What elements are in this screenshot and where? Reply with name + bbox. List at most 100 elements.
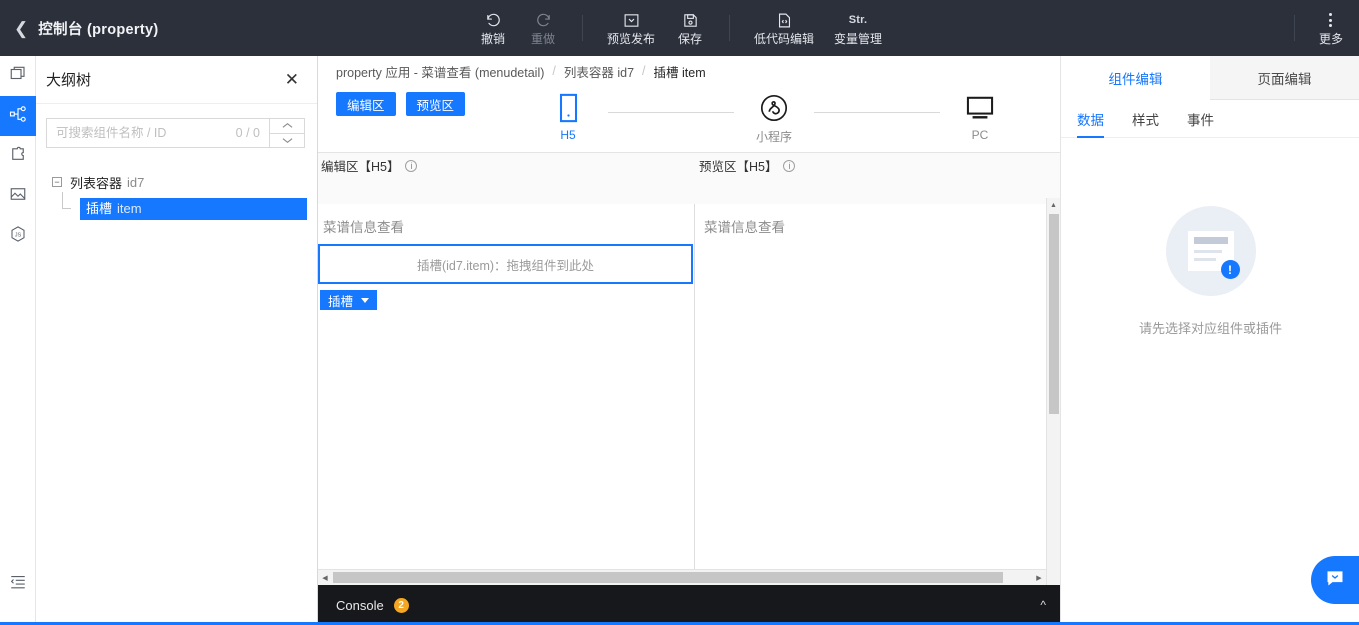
top-toolbar: ❮ 控制台 (property) 撤销 重做 预览发布 保存 低代码编辑 Str… <box>0 0 1359 56</box>
chat-fab-button[interactable] <box>1311 556 1359 604</box>
rail-item-javascript[interactable]: JS <box>0 216 36 256</box>
media-icon <box>9 185 27 208</box>
breadcrumb-parent[interactable]: 列表容器 id7 <box>564 62 634 81</box>
horizontal-scroll-thumb[interactable] <box>333 572 1003 583</box>
toolbar-divider-3 <box>1293 15 1295 41</box>
windows-icon <box>9 65 27 88</box>
tab-component-edit[interactable]: 组件编辑 <box>1061 56 1210 100</box>
collapse-panel-icon <box>9 572 27 595</box>
low-code-edit-label: 低代码编辑 <box>754 32 815 46</box>
empty-state-text: 请先选择对应组件或插件 <box>1138 321 1282 336</box>
device-h5-label: H5 <box>560 128 576 142</box>
tree-node-child-row: 插槽 item <box>52 192 307 220</box>
slot-drop-zone[interactable]: 插槽(id7.item)：拖拽组件到此处 <box>318 244 693 284</box>
low-code-edit-button[interactable]: 低代码编辑 <box>744 0 824 56</box>
canvas-vertical-scrollbar[interactable]: ▲ ▼ <box>1046 198 1060 625</box>
rail-item-media[interactable] <box>0 176 36 216</box>
phone-icon <box>559 90 578 126</box>
scroll-up-arrow-icon[interactable]: ▲ <box>1047 198 1060 212</box>
undo-label: 撤销 <box>480 32 505 46</box>
edit-pane-title: 编辑区【H5】 <box>321 160 400 174</box>
toolbar-actions: 撤销 重做 预览发布 保存 低代码编辑 Str. 变量管理 <box>468 0 892 56</box>
info-icon[interactable]: i <box>783 159 796 172</box>
more-vertical-icon <box>1329 10 1333 30</box>
slot-drop-placeholder: 插槽(id7.item)：拖拽组件到此处 <box>416 258 595 273</box>
save-button[interactable]: 保存 <box>665 0 715 56</box>
edit-pane[interactable]: 菜谱信息查看 插槽(id7.item)：拖拽组件到此处 插槽 <box>318 204 695 608</box>
console-badge: 2 <box>393 597 409 613</box>
chevron-up-icon[interactable]: ^ <box>1040 598 1046 612</box>
tree-node-child-id: item <box>117 201 142 216</box>
edit-pane-content-text: 菜谱信息查看 <box>323 220 404 235</box>
breadcrumb-app[interactable]: property 应用 - 菜谱查看 (menudetail) <box>336 62 544 81</box>
canvas-horizontal-scrollbar[interactable]: ◀ ▶ <box>318 569 1046 585</box>
subtab-events[interactable]: 事件 <box>1187 100 1214 138</box>
tab-page-edit[interactable]: 页面编辑 <box>1210 56 1359 100</box>
svg-text:JS: JS <box>15 232 22 238</box>
info-icon[interactable]: i <box>405 159 418 172</box>
save-icon <box>682 10 699 30</box>
string-icon-text: Str. <box>848 14 868 26</box>
breadcrumb-separator-1: / <box>552 64 556 78</box>
search-box[interactable]: 0 / 0 <box>46 118 269 148</box>
app-root: ❮ 控制台 (property) 撤销 重做 预览发布 保存 低代码编辑 Str… <box>0 0 1359 625</box>
outline-title: 大纲树 <box>46 72 92 89</box>
caret-down-icon[interactable] <box>361 297 370 303</box>
toolbar-divider-1 <box>582 15 583 41</box>
back-button[interactable]: ❮ 控制台 (property) <box>0 0 172 56</box>
search-prev-button[interactable] <box>270 119 304 134</box>
slot-tag-button[interactable]: 插槽 <box>320 290 378 310</box>
toolbar-divider-2 <box>729 15 731 41</box>
scroll-left-arrow-icon[interactable]: ◀ <box>318 570 332 586</box>
variable-manage-button[interactable]: Str. 变量管理 <box>824 0 892 56</box>
console-title: 控制台 (property) <box>38 21 159 38</box>
code-file-icon <box>776 10 793 30</box>
miniapp-icon <box>759 90 789 126</box>
console-bar[interactable]: Console 2 ^ <box>318 585 1060 625</box>
monitor-icon <box>965 90 995 126</box>
undo-icon <box>485 10 502 30</box>
device-pc[interactable]: PC <box>940 90 1020 142</box>
rail-item-plugins[interactable] <box>0 136 36 176</box>
preview-area-button[interactable]: 预览区 <box>405 92 466 116</box>
preview-pane[interactable]: 菜谱信息查看 <box>695 204 1046 608</box>
right-panel-subtabs: 数据 样式 事件 <box>1061 100 1359 138</box>
breadcrumb-current: 插槽 item <box>653 65 706 80</box>
console-label: Console <box>336 597 384 613</box>
mode-and-device-bar: 编辑区 预览区 H5 小程序 PC <box>318 86 1060 152</box>
tree-node-root[interactable]: − 列表容器 id7 <box>52 170 307 194</box>
preview-publish-button[interactable]: 预览发布 <box>597 0 665 56</box>
rail-item-outline-tree[interactable] <box>0 96 36 136</box>
redo-button[interactable]: 重做 <box>518 0 568 56</box>
tree-node-slot-item[interactable]: 插槽 item <box>80 198 307 220</box>
edit-area-button[interactable]: 编辑区 <box>336 92 396 116</box>
rail-item-components[interactable] <box>0 56 36 96</box>
redo-icon <box>535 10 552 30</box>
more-button[interactable]: 更多 <box>1309 0 1359 56</box>
canvas-body: 菜谱信息查看 插槽(id7.item)：拖拽组件到此处 插槽 菜谱信息查看 <box>318 204 1046 608</box>
device-connector-2 <box>814 112 940 113</box>
vertical-scroll-thumb[interactable] <box>1049 214 1059 414</box>
tree-collapse-toggle[interactable]: − <box>52 177 62 187</box>
device-miniapp[interactable]: 小程序 <box>734 90 814 145</box>
rail-collapse-button[interactable] <box>0 563 36 603</box>
subtab-style[interactable]: 样式 <box>1132 100 1159 138</box>
right-panel: 组件编辑 页面编辑 数据 样式 事件 ! 请先选择对应组件或插件 <box>1060 56 1359 625</box>
device-h5[interactable]: H5 <box>528 90 608 142</box>
sitemap-icon <box>9 105 27 128</box>
outline-panel: 大纲树 ✕ 0 / 0 − 列表容器 id7 <box>36 56 318 625</box>
right-panel-tabs: 组件编辑 页面编辑 <box>1061 56 1359 100</box>
puzzle-icon <box>9 145 27 168</box>
undo-button[interactable]: 撤销 <box>468 0 518 56</box>
scroll-right-arrow-icon[interactable]: ▶ <box>1032 570 1046 586</box>
left-icon-rail: JS <box>0 56 36 625</box>
subtab-data[interactable]: 数据 <box>1077 100 1104 138</box>
close-icon[interactable]: ✕ <box>285 71 299 88</box>
js-icon: JS <box>9 225 27 248</box>
breadcrumb-separator-2: / <box>642 64 646 78</box>
search-input[interactable] <box>56 126 236 140</box>
slot-tag-label: 插槽 <box>328 294 354 309</box>
preview-pane-header: 预览区【H5】 i <box>695 156 1060 175</box>
variable-manage-label: 变量管理 <box>834 32 883 46</box>
search-next-button[interactable] <box>270 134 304 148</box>
